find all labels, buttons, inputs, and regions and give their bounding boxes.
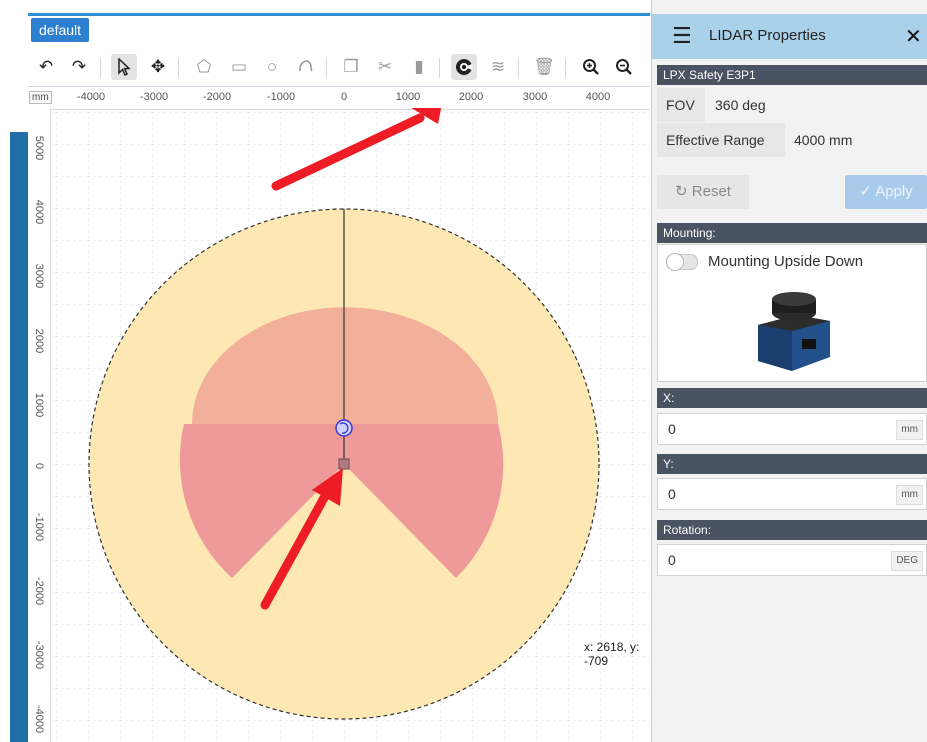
x-tick-label: 1000 — [395, 91, 421, 103]
effective-range-value: 4000 mm — [794, 132, 853, 148]
mounting-header: Mounting: — [657, 223, 927, 243]
reset-button[interactable]: ↻ Reset — [657, 175, 749, 209]
layers-icon[interactable]: ≋ — [485, 54, 511, 80]
x-tick-label: -1000 — [266, 91, 296, 103]
x-tick-label: 2000 — [458, 91, 484, 103]
upside-down-label: Mounting Upside Down — [708, 253, 864, 270]
check-icon: ✓ — [859, 183, 872, 200]
toolbar-separator — [100, 58, 101, 78]
horizontal-ruler: mm -4000 -3000 -2000 -1000 0 1000 2000 3… — [28, 86, 650, 110]
y-tick-label: 1000 — [33, 392, 45, 418]
toolbar-separator — [326, 58, 327, 78]
lidar-device-image — [758, 292, 830, 371]
y-tick-label: -3000 — [33, 640, 45, 670]
drawing-canvas[interactable]: x: 2618, y: -709 — [50, 108, 650, 742]
toolbar-separator — [565, 58, 566, 78]
y-tick-label: -4000 — [33, 704, 45, 734]
y-position-value: 0 — [668, 486, 676, 502]
reset-icon: ↻ — [675, 183, 688, 200]
rotation-value: 0 — [668, 552, 676, 568]
x-position-value: 0 — [668, 421, 676, 437]
toolbar-separator — [518, 58, 519, 78]
ruler-unit: mm — [29, 91, 52, 104]
x-tick-label: 4000 — [585, 91, 611, 103]
device-name-header: LPX Safety E3P1 — [657, 65, 927, 85]
tab-default[interactable]: default — [31, 18, 90, 42]
rectangle-icon[interactable]: ▭ — [226, 54, 252, 80]
reset-button-label: Reset — [691, 183, 731, 200]
x-position-input[interactable]: 0 mm — [657, 413, 927, 445]
cursor-coordinates: x: 2618, y: -709 — [584, 640, 640, 668]
redo-icon[interactable]: ↷ — [66, 54, 92, 80]
y-tick-label: 4000 — [33, 199, 45, 225]
y-tick-label: 0 — [33, 462, 45, 470]
x-tick-label: -2000 — [202, 91, 232, 103]
panel-title: LIDAR Properties — [709, 27, 826, 44]
y-position-input[interactable]: 0 mm — [657, 478, 927, 510]
select-icon[interactable] — [111, 54, 137, 80]
vertical-ruler: 5000 4000 3000 2000 1000 0 -1000 -2000 -… — [28, 108, 51, 742]
duplicate-icon[interactable]: ❐ — [338, 54, 364, 80]
list-menu-icon[interactable]: ☰ — [672, 23, 692, 49]
lidar-icon[interactable] — [451, 54, 477, 80]
y-tick-label: 5000 — [33, 135, 45, 161]
x-tick-label: -3000 — [139, 91, 169, 103]
y-position-header: Y: — [657, 454, 927, 474]
freeform-icon[interactable] — [293, 54, 319, 80]
close-icon[interactable]: ✕ — [905, 24, 922, 49]
paste-icon[interactable]: ▮ — [406, 54, 432, 80]
cut-icon[interactable]: ✂ — [372, 54, 398, 80]
y-tick-label: -1000 — [33, 512, 45, 542]
circle-icon[interactable]: ○ — [259, 54, 285, 80]
drawing-toolbar: ↶ ↷ ✥ ⬠ ▭ ○ ❐ ✂ ▮ ≋ 🗑 — [28, 48, 650, 86]
rotation-unit-badge: DEG — [891, 551, 923, 571]
mounting-section: Mounting Upside Down — [657, 244, 927, 382]
lidar-sensor-marker[interactable] — [338, 458, 350, 470]
undo-icon[interactable]: ↶ — [33, 54, 59, 80]
move-icon[interactable]: ✥ — [145, 54, 171, 80]
y-unit-badge: mm — [896, 485, 923, 505]
delete-icon[interactable]: 🗑 — [531, 54, 557, 80]
rotation-input[interactable]: 0 DEG — [657, 544, 927, 576]
polygon-icon[interactable]: ⬠ — [191, 54, 217, 80]
x-unit-badge: mm — [896, 420, 923, 440]
toolbar-separator — [178, 58, 179, 78]
apply-button[interactable]: ✓ Apply — [845, 175, 927, 209]
toggle-knob — [666, 253, 684, 271]
y-tick-label: 2000 — [33, 328, 45, 354]
fov-label: FOV — [657, 88, 705, 122]
page-margin — [0, 0, 10, 742]
left-sidebar-bar — [10, 132, 28, 742]
x-tick-label: -4000 — [76, 91, 106, 103]
x-tick-label: 0 — [340, 91, 348, 103]
canvas-drawing — [50, 108, 650, 742]
rotation-header: Rotation: — [657, 520, 927, 540]
apply-button-label: Apply — [875, 183, 913, 200]
toolbar-separator — [439, 58, 440, 78]
y-tick-label: 3000 — [33, 263, 45, 289]
tab-bar-line — [28, 13, 650, 16]
upside-down-toggle[interactable] — [666, 253, 698, 271]
fov-value: 360 deg — [715, 97, 766, 113]
x-position-header: X: — [657, 388, 927, 408]
y-tick-label: -2000 — [33, 576, 45, 606]
zoom-out-icon[interactable] — [611, 54, 637, 80]
zoom-in-icon[interactable] — [578, 54, 604, 80]
effective-range-label: Effective Range — [657, 123, 785, 157]
x-tick-label: 3000 — [522, 91, 548, 103]
